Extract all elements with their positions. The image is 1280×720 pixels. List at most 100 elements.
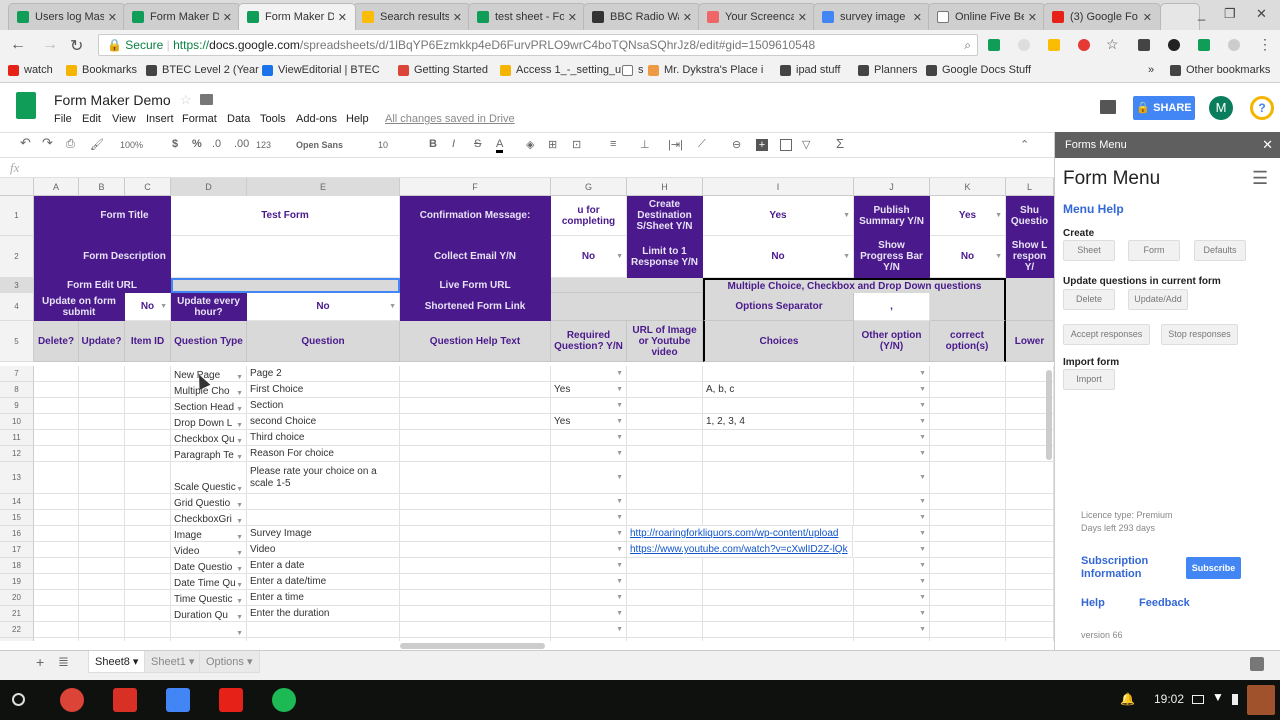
column-header[interactable]: A bbox=[34, 178, 79, 196]
dropdown-arrow-icon[interactable]: ▼ bbox=[616, 370, 623, 377]
choices-cell[interactable]: A, b, c bbox=[703, 382, 854, 398]
item-id-cell[interactable] bbox=[125, 414, 171, 430]
dropdown-arrow-icon[interactable]: ▼ bbox=[919, 530, 926, 537]
question-type-select[interactable]: New Page ▼ bbox=[171, 366, 247, 382]
bookmarks-overflow-icon[interactable]: » bbox=[1148, 64, 1154, 76]
select-all-corner[interactable] bbox=[0, 178, 34, 196]
column-header[interactable]: G bbox=[551, 178, 627, 196]
menu-format[interactable]: Format bbox=[182, 113, 217, 125]
drive-extension-icon[interactable] bbox=[1048, 39, 1060, 51]
menu-add-ons[interactable]: Add-ons bbox=[296, 113, 337, 125]
update-cell[interactable] bbox=[79, 382, 125, 398]
form-edit-url-input[interactable] bbox=[171, 278, 400, 293]
row-header[interactable]: 17 bbox=[0, 542, 34, 558]
column-header[interactable]: J bbox=[854, 178, 930, 196]
url-cell[interactable] bbox=[627, 382, 703, 398]
url-cell[interactable]: http://roaringforkliquors.com/wp-content… bbox=[627, 526, 853, 542]
question-cell[interactable]: Enter a time bbox=[247, 590, 400, 606]
row-header[interactable]: 16 bbox=[0, 526, 34, 542]
dropdown-arrow-icon[interactable]: ▼ bbox=[919, 402, 926, 409]
correct-option-cell[interactable] bbox=[930, 366, 1006, 382]
question-cell[interactable]: Survey Image bbox=[247, 526, 400, 542]
dropdown-arrow-icon[interactable]: ▼ bbox=[919, 386, 926, 393]
docs-app-icon[interactable] bbox=[166, 688, 190, 712]
collect-email-select[interactable]: No ▼ bbox=[551, 236, 627, 278]
browser-tab[interactable]: Your Screenca ✕ bbox=[698, 3, 816, 30]
wifi-icon[interactable]: ▼ bbox=[1212, 690, 1224, 704]
update-cell[interactable] bbox=[79, 414, 125, 430]
item-id-cell[interactable] bbox=[125, 558, 171, 574]
correct-option-cell[interactable] bbox=[930, 574, 1006, 590]
question-cell[interactable]: second Choice bbox=[247, 414, 400, 430]
comments-icon[interactable] bbox=[1100, 100, 1116, 114]
bookmark-item[interactable]: Google Docs Stuff bbox=[926, 64, 1031, 76]
hamburger-menu-icon[interactable]: ☰ bbox=[1252, 168, 1268, 189]
required-select[interactable]: ▼ bbox=[551, 542, 627, 558]
lower-cell[interactable] bbox=[1006, 558, 1054, 574]
sheets-logo-icon[interactable] bbox=[16, 92, 36, 119]
browser-tab[interactable]: BBC Radio Wa ✕ bbox=[583, 3, 701, 30]
filter-icon[interactable]: ▽ bbox=[802, 138, 810, 151]
update-on-submit-select[interactable]: No ▼ bbox=[125, 293, 171, 321]
url-cell[interactable] bbox=[627, 622, 703, 638]
required-select[interactable]: ▼ bbox=[551, 606, 627, 622]
bookmark-item[interactable]: watch bbox=[8, 64, 53, 76]
dropdown-arrow-icon[interactable]: ▼ bbox=[919, 594, 926, 601]
delete-cell[interactable] bbox=[34, 398, 79, 414]
help-text-cell[interactable] bbox=[400, 446, 551, 462]
text-color-button[interactable]: A bbox=[496, 138, 504, 153]
question-cell[interactable] bbox=[247, 510, 400, 526]
dropdown-arrow-icon[interactable]: ▼ bbox=[919, 450, 926, 457]
correct-option-cell[interactable] bbox=[930, 558, 1006, 574]
star-icon[interactable]: ☆ bbox=[180, 92, 192, 108]
update-cell[interactable] bbox=[79, 430, 125, 446]
zoom-search-icon[interactable]: ⌕ bbox=[964, 35, 971, 55]
sheet-tab-menu-icon[interactable]: ▾ bbox=[186, 656, 195, 668]
choices-cell[interactable] bbox=[703, 366, 854, 382]
avatar[interactable]: M bbox=[1209, 96, 1233, 120]
help-text-cell[interactable] bbox=[400, 414, 551, 430]
question-type-select[interactable]: Paragraph Te ▼ bbox=[171, 446, 247, 462]
question-type-select[interactable]: Drop Down L ▼ bbox=[171, 414, 247, 430]
item-id-cell[interactable] bbox=[125, 622, 171, 638]
update-cell[interactable] bbox=[79, 542, 125, 558]
question-type-select[interactable]: Grid Questio ▼ bbox=[171, 494, 247, 510]
url-cell[interactable] bbox=[627, 398, 703, 414]
menu-help-link[interactable]: Menu Help bbox=[1063, 202, 1124, 216]
row-header[interactable]: 3 bbox=[0, 278, 34, 293]
dropdown-arrow-icon[interactable]: ▼ bbox=[236, 582, 243, 589]
column-header[interactable]: L bbox=[1006, 178, 1054, 196]
row-header[interactable]: 11 bbox=[0, 430, 34, 446]
dropdown-arrow-icon[interactable]: ▼ bbox=[616, 474, 623, 481]
camera-extension-icon[interactable] bbox=[1168, 39, 1180, 51]
other-option-select[interactable]: ▼ bbox=[854, 382, 930, 398]
extension-icon[interactable] bbox=[1018, 39, 1030, 51]
extension-icon[interactable] bbox=[1138, 39, 1150, 51]
url-cell[interactable] bbox=[627, 606, 703, 622]
question-cell[interactable]: Page 2 bbox=[247, 366, 400, 382]
create-sheet-button[interactable]: Sheet bbox=[1063, 240, 1115, 261]
question-type-select[interactable]: Checkbox Qu ▼ bbox=[171, 430, 247, 446]
column-header[interactable]: B bbox=[79, 178, 125, 196]
row-header[interactable]: 20 bbox=[0, 590, 34, 606]
update-hourly-select[interactable]: No ▼ bbox=[247, 293, 400, 321]
correct-option-cell[interactable] bbox=[930, 510, 1006, 526]
bookmark-item[interactable]: Getting Started bbox=[398, 64, 488, 76]
update-cell[interactable] bbox=[79, 494, 125, 510]
url-input[interactable]: 🔒 Secure | https://docs.google.com/sprea… bbox=[98, 34, 978, 56]
url-cell[interactable] bbox=[627, 462, 703, 494]
import-button[interactable]: Import bbox=[1063, 369, 1115, 390]
menu-data[interactable]: Data bbox=[227, 113, 250, 125]
required-select[interactable]: ▼ bbox=[551, 366, 627, 382]
text-rotation-icon[interactable]: ⟋ bbox=[698, 138, 706, 151]
correct-option-cell[interactable] bbox=[930, 606, 1006, 622]
dropdown-arrow-icon[interactable]: ▼ bbox=[236, 438, 243, 445]
browser-tab[interactable]: Online Five Be ✕ bbox=[928, 3, 1046, 30]
help-text-cell[interactable] bbox=[400, 430, 551, 446]
bold-button[interactable]: B bbox=[429, 138, 437, 150]
new-tab-button[interactable] bbox=[1160, 3, 1200, 30]
dropdown-arrow-icon[interactable]: ▼ bbox=[236, 422, 243, 429]
close-window-icon[interactable]: ✕ bbox=[1256, 6, 1267, 22]
menu-help[interactable]: Help bbox=[346, 113, 369, 125]
update-cell[interactable] bbox=[79, 526, 125, 542]
